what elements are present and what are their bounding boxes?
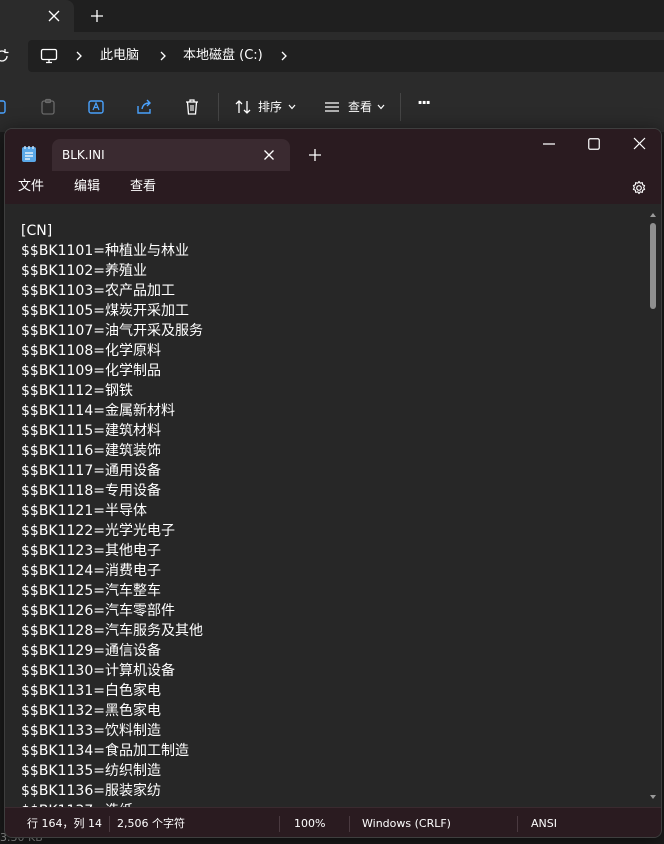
status-separator [517, 816, 518, 832]
more-options-button[interactable]: ··· [417, 95, 431, 111]
editor-line[interactable]: $$BK1107=油气开采及服务 [21, 321, 641, 341]
editor-line[interactable]: $$BK1126=汽车零部件 [21, 601, 641, 621]
rename-icon[interactable] [87, 98, 105, 116]
editor-line[interactable]: $$BK1105=煤炭开采加工 [21, 301, 641, 321]
editor-line[interactable]: $$BK1135=纺织制造 [21, 761, 641, 781]
editor-line[interactable]: $$BK1109=化学制品 [21, 361, 641, 381]
view-icon[interactable] [323, 98, 341, 116]
menu-file[interactable]: 文件 [18, 179, 44, 195]
editor-line[interactable]: $$BK1129=通信设备 [21, 641, 641, 661]
editor-line[interactable]: $$BK1115=建筑材料 [21, 421, 641, 441]
scroll-up-icon[interactable] [649, 211, 657, 219]
explorer-tab-bar [0, 0, 664, 32]
text-editor[interactable]: [CN] $$BK1101=种植业与林业 $$BK1102=养殖业 $$BK1103=… [5, 204, 661, 807]
notepad-tab[interactable]: BLK.INI [52, 139, 290, 171]
chevron-down-icon[interactable] [377, 104, 385, 110]
encoding[interactable]: ANSI [531, 817, 557, 831]
editor-line[interactable]: $$BK1130=计算机设备 [21, 661, 641, 681]
cursor-position[interactable]: 行 164，列 14 [27, 817, 102, 831]
explorer-command-bar: 排序 查看 ··· [0, 80, 664, 132]
menu-edit[interactable]: 编辑 [74, 179, 100, 195]
vertical-scrollbar[interactable] [649, 211, 657, 801]
editor-line[interactable]: $$BK1136=服装家纺 [21, 781, 641, 801]
notepad-window: BLK.INI 文件 编辑 查看 [CN] $$BK1101=种植业与林业 $$BK… [4, 128, 662, 838]
editor-line[interactable]: $$BK1112=钢铁 [21, 381, 641, 401]
tab-title: BLK.INI [62, 148, 105, 162]
chevron-down-icon[interactable] [288, 104, 296, 110]
line-ending[interactable]: Windows (CRLF) [362, 817, 451, 831]
editor-line[interactable]: [CN] [21, 221, 641, 241]
status-separator [109, 816, 110, 832]
editor-line[interactable]: $$BK1114=金属新材料 [21, 401, 641, 421]
explorer-address-row: 此电脑 本地磁盘 (C:) [0, 32, 664, 80]
command-separator [400, 93, 401, 121]
view-button[interactable]: 查看 [348, 99, 372, 115]
editor-line[interactable]: $$BK1133=饮料制造 [21, 721, 641, 741]
notepad-menu-bar: 文件 编辑 查看 [5, 171, 661, 204]
close-window-icon[interactable] [633, 137, 646, 150]
chevron-right-icon[interactable] [279, 51, 289, 61]
gear-icon[interactable] [631, 180, 647, 196]
notepad-app-icon [21, 145, 37, 163]
editor-line[interactable]: $$BK1121=半导体 [21, 501, 641, 521]
status-separator [349, 816, 350, 832]
editor-line[interactable]: $$BK1118=专用设备 [21, 481, 641, 501]
new-tab-icon[interactable] [89, 8, 105, 24]
editor-line[interactable]: $$BK1125=汽车整车 [21, 581, 641, 601]
sort-icon[interactable] [234, 98, 252, 116]
address-bar[interactable]: 此电脑 本地磁盘 (C:) [28, 40, 664, 72]
close-icon[interactable] [263, 149, 275, 161]
editor-line[interactable]: $$BK1128=汽车服务及其他 [21, 621, 641, 641]
paste-icon[interactable] [39, 98, 57, 116]
editor-line[interactable]: $$BK1108=化学原料 [21, 341, 641, 361]
delete-icon[interactable] [183, 98, 201, 116]
minimize-icon[interactable] [543, 143, 555, 145]
editor-line[interactable]: $$BK1101=种植业与林业 [21, 241, 641, 261]
editor-line[interactable]: $$BK1103=农产品加工 [21, 281, 641, 301]
editor-line[interactable]: $$BK1132=黑色家电 [21, 701, 641, 721]
chevron-right-icon[interactable] [74, 51, 84, 61]
breadcrumb-local-disk[interactable]: 本地磁盘 (C:) [183, 47, 263, 65]
status-separator [279, 816, 280, 832]
editor-line[interactable]: $$BK1123=其他电子 [21, 541, 641, 561]
copy-icon[interactable] [0, 98, 10, 116]
editor-text[interactable]: [CN] $$BK1101=种植业与林业 $$BK1102=养殖业 $$BK1103=… [21, 221, 641, 807]
editor-line[interactable]: $$BK1102=养殖业 [21, 261, 641, 281]
zoom-level[interactable]: 100% [294, 817, 325, 831]
computer-icon [40, 48, 58, 64]
command-separator [218, 93, 219, 121]
explorer-tab[interactable] [0, 0, 74, 32]
scrollbar-thumb[interactable] [650, 223, 656, 309]
notepad-status-bar: 行 164，列 14 2,506 个字符 100% Windows (CRLF)… [5, 807, 661, 837]
menu-view[interactable]: 查看 [130, 179, 156, 195]
editor-line[interactable]: $$BK1122=光学光电子 [21, 521, 641, 541]
new-tab-icon[interactable] [308, 148, 322, 162]
editor-line[interactable]: $$BK1116=建筑装饰 [21, 441, 641, 461]
refresh-icon[interactable] [0, 48, 10, 64]
sort-button[interactable]: 排序 [258, 99, 282, 115]
close-icon[interactable] [46, 8, 62, 24]
chevron-right-icon[interactable] [158, 51, 168, 61]
scroll-down-icon[interactable] [649, 793, 657, 801]
breadcrumb-this-pc[interactable]: 此电脑 [100, 47, 139, 65]
maximize-icon[interactable] [588, 138, 600, 150]
editor-line[interactable]: $$BK1131=白色家电 [21, 681, 641, 701]
editor-line[interactable]: $$BK1134=食品加工制造 [21, 741, 641, 761]
editor-line[interactable]: $$BK1117=通用设备 [21, 461, 641, 481]
share-icon[interactable] [135, 98, 153, 116]
character-count: 2,506 个字符 [117, 817, 185, 830]
editor-line[interactable]: $$BK1124=消费电子 [21, 561, 641, 581]
notepad-title-bar: BLK.INI [5, 129, 661, 171]
